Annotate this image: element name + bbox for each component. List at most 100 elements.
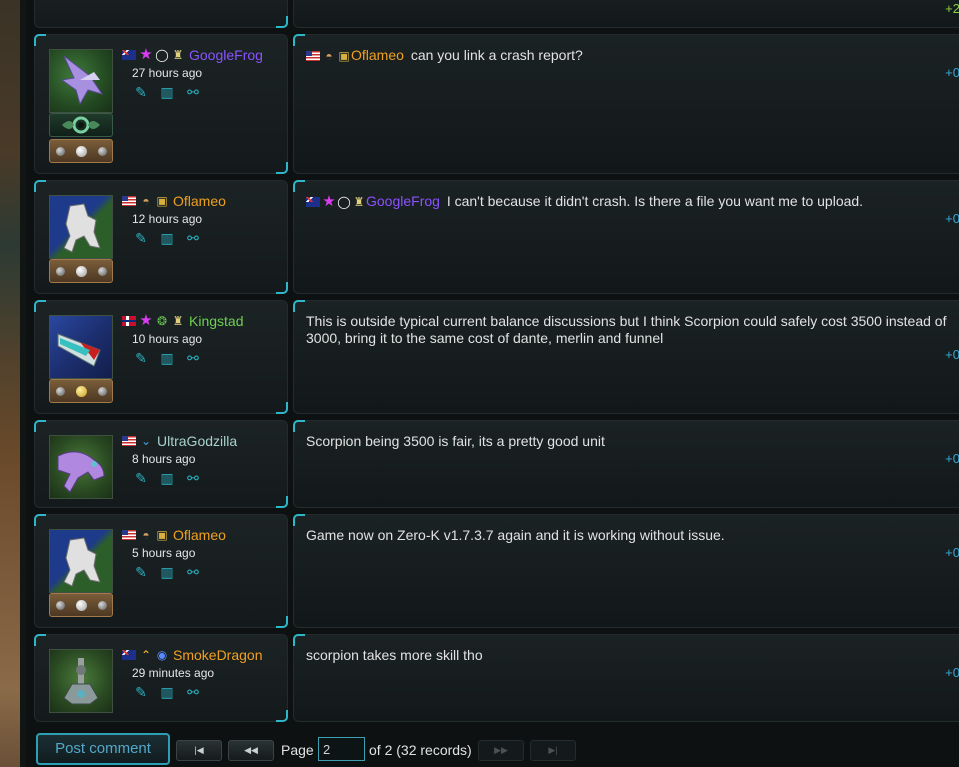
rank-icon: ⌄	[140, 434, 152, 448]
post-time: 29 minutes ago	[132, 666, 215, 680]
flag-icon	[306, 51, 320, 61]
post-message-panel: This is outside typical current balance …	[293, 300, 959, 414]
username-link[interactable]: UltraGodzilla	[157, 433, 237, 449]
post-user-panel: ⌃ ◉ SmokeDragon 29 minutes ago ✎ ▥ ⚯	[34, 634, 288, 722]
star-icon: ★	[139, 312, 153, 329]
vote-score[interactable]: +2	[945, 1, 959, 16]
pencil-icon[interactable]: ✎	[132, 229, 150, 247]
username-link[interactable]: SmokeDragon	[173, 647, 263, 663]
vote-score[interactable]: +0	[945, 65, 959, 80]
trash-icon[interactable]: ▥	[158, 469, 176, 487]
avatar[interactable]	[49, 529, 113, 593]
clan-icon: ◉	[156, 648, 168, 662]
post-comment-button[interactable]: Post comment	[36, 733, 170, 765]
prev-page-button[interactable]: ◀◀	[228, 740, 274, 761]
username-link[interactable]: Oflameo	[173, 527, 226, 543]
link-icon[interactable]: ⚯	[184, 229, 202, 247]
pencil-icon[interactable]: ✎	[132, 469, 150, 487]
post-message: ★ ◯ ♜ GoogleFrog I can't because it didn…	[306, 193, 952, 210]
flag-icon	[122, 436, 136, 446]
hat-icon: ◓	[142, 528, 150, 542]
link-icon[interactable]: ⚯	[184, 683, 202, 701]
pencil-icon[interactable]: ✎	[132, 83, 150, 101]
flag-icon	[306, 197, 320, 207]
forum-post: +2	[34, 0, 959, 28]
chest-icon: ▣	[156, 194, 168, 208]
post-time: 8 hours ago	[132, 452, 196, 466]
link-icon[interactable]: ⚯	[184, 563, 202, 581]
rank-icon: ⌃	[140, 648, 152, 662]
username-link[interactable]: GoogleFrog	[189, 47, 263, 63]
flag-icon	[122, 196, 136, 206]
soldier-icon: ♜	[353, 195, 365, 209]
link-icon[interactable]: ⚯	[184, 469, 202, 487]
unit-avatar-icon	[57, 333, 101, 367]
star-icon: ★	[139, 46, 153, 63]
swirl-icon: ❂	[156, 314, 168, 328]
flag-icon	[122, 316, 136, 326]
link-icon[interactable]: ⚯	[184, 349, 202, 367]
post-message-panel: scorpion takes more skill tho +0	[293, 634, 959, 722]
post-message-panel: +2	[293, 0, 959, 28]
avatar[interactable]	[49, 649, 113, 713]
trash-icon[interactable]: ▥	[158, 563, 176, 581]
username-link[interactable]: Kingstad	[189, 313, 243, 329]
page-number-input[interactable]	[318, 737, 365, 761]
unit-avatar-icon	[63, 537, 101, 587]
trash-icon[interactable]: ▥	[158, 229, 176, 247]
link-icon[interactable]: ⚯	[184, 83, 202, 101]
pencil-icon[interactable]: ✎	[132, 683, 150, 701]
vote-score[interactable]: +0	[945, 451, 959, 466]
trash-icon[interactable]: ▥	[158, 349, 176, 367]
page-count-text: of 2 (32 records)	[369, 742, 472, 758]
page-label: Page	[281, 742, 314, 758]
flag-icon	[122, 50, 136, 60]
unit-avatar-icon	[63, 203, 101, 253]
post-message-panel: Game now on Zero-K v1.7.3.7 again and it…	[293, 514, 959, 628]
post-message: ◓ ▣ Oflameo can you link a crash report?	[306, 47, 952, 64]
star-icon: ★	[322, 193, 336, 210]
soldier-icon: ♜	[172, 48, 184, 62]
trash-icon[interactable]: ▥	[158, 683, 176, 701]
forum-thread: +2 ★ ◯ ♜ GoogleFrog 27 hours ago ✎ ▥ ⚯ ◓…	[26, 0, 959, 767]
background-scenery	[0, 0, 26, 767]
rank-badge	[49, 113, 113, 137]
avatar[interactable]	[49, 195, 113, 259]
pencil-icon[interactable]: ✎	[132, 563, 150, 581]
post-time: 5 hours ago	[132, 546, 196, 560]
flag-icon	[122, 530, 136, 540]
post-message: Scorpion being 3500 is fair, its a prett…	[306, 433, 605, 449]
award-plate	[49, 259, 113, 283]
username-link[interactable]: Oflameo	[173, 193, 226, 209]
vote-score[interactable]: +0	[945, 211, 959, 226]
quoted-username[interactable]: GoogleFrog	[366, 193, 444, 209]
vote-score[interactable]: +0	[945, 347, 959, 362]
hat-icon: ◓	[142, 194, 150, 208]
avatar[interactable]	[49, 315, 113, 379]
forum-post: ⌃ ◉ SmokeDragon 29 minutes ago ✎ ▥ ⚯ sco…	[34, 634, 959, 722]
award-plate	[49, 139, 113, 163]
trash-icon[interactable]: ▥	[158, 83, 176, 101]
post-user-panel: ◓ ▣ Oflameo 5 hours ago ✎ ▥ ⚯	[34, 514, 288, 628]
post-time: 12 hours ago	[132, 212, 203, 226]
pencil-icon[interactable]: ✎	[132, 349, 150, 367]
avatar[interactable]	[49, 435, 113, 499]
last-page-button[interactable]: ▶|	[530, 740, 576, 761]
next-page-button[interactable]: ▶▶	[478, 740, 524, 761]
vote-score[interactable]: +0	[945, 545, 959, 560]
flag-icon	[122, 650, 136, 660]
pagination-bar: Post comment |◀ ◀◀ Page of 2 (32 records…	[36, 732, 959, 767]
unit-avatar-icon	[63, 658, 99, 705]
hat-icon: ◓	[325, 49, 333, 63]
post-user-panel: ★ ❂ ♜ Kingstad 10 hours ago ✎ ▥ ⚯	[34, 300, 288, 414]
post-message: scorpion takes more skill tho	[306, 647, 483, 663]
post-message: Game now on Zero-K v1.7.3.7 again and it…	[306, 527, 725, 543]
award-plate	[49, 379, 113, 403]
post-message-panel: ◓ ▣ Oflameo can you link a crash report?…	[293, 34, 959, 174]
forum-post: ⌄ UltraGodzilla 8 hours ago ✎ ▥ ⚯ Scorpi…	[34, 420, 959, 508]
vote-score[interactable]: +0	[945, 665, 959, 680]
quoted-username[interactable]: Oflameo	[351, 47, 408, 63]
chest-icon: ▣	[156, 528, 168, 542]
avatar[interactable]	[49, 49, 113, 113]
first-page-button[interactable]: |◀	[176, 740, 222, 761]
